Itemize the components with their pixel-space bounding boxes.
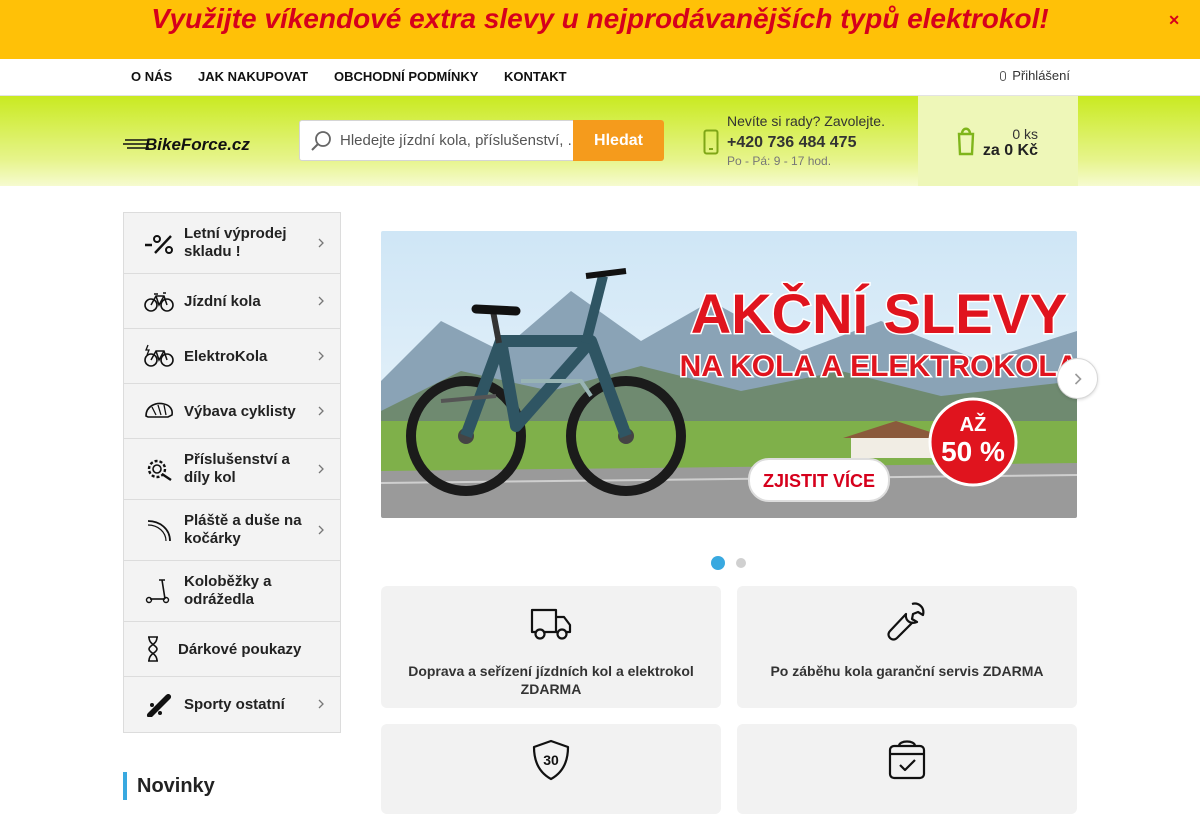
cart-count: 0 ks xyxy=(1012,126,1038,142)
help-phone[interactable]: +420 736 484 475 xyxy=(727,134,856,152)
cart-button[interactable]: 0 ks za 0 Kč xyxy=(918,96,1078,186)
feature-service: Po záběhu kola garanční servis ZDARMA xyxy=(737,586,1077,708)
badge-value: 50 % xyxy=(941,436,1005,467)
ebike-icon xyxy=(144,344,174,367)
novinky-heading: Novinky xyxy=(123,772,215,800)
search-input[interactable] xyxy=(340,121,575,160)
helmet-icon xyxy=(145,402,173,418)
sidebar-item-gift-vouchers[interactable]: Dárkové poukazy xyxy=(124,622,340,677)
category-sidebar: Letní výprodej skladu ! Jízdní kola Elek… xyxy=(123,212,341,733)
chevron-right-icon xyxy=(318,351,324,361)
hourglass-icon xyxy=(148,636,158,662)
sidebar-item-label: Jízdní kola xyxy=(184,293,261,310)
user-icon xyxy=(1000,71,1007,81)
wrench-icon xyxy=(887,602,925,641)
help-hours: Po - Pá: 9 - 17 hod. xyxy=(727,154,832,168)
chevron-right-icon xyxy=(318,699,324,709)
cart-price: za 0 Kč xyxy=(982,142,1038,159)
sidebar-item-tires[interactable]: Pláště a duše na kočárky xyxy=(124,500,340,561)
top-navigation: O nás Jak nakupovat Obchodní podmínky Ko… xyxy=(0,59,1200,96)
chevron-right-icon xyxy=(318,464,324,474)
chevron-right-icon xyxy=(1074,373,1082,385)
banner-title: AKČNÍ SLEVY xyxy=(691,282,1068,345)
percent-icon xyxy=(145,235,173,254)
chevron-right-icon xyxy=(318,525,324,535)
sidebar-item-label: Příslušenství a díly kol xyxy=(184,451,290,486)
chevron-right-icon xyxy=(318,406,324,416)
sidebar-item-label: ElektroKola xyxy=(184,348,268,365)
feature-text: Po záběhu kola garanční servis ZDARMA xyxy=(770,663,1044,679)
gear-icon xyxy=(147,459,172,481)
sidebar-item-bikes[interactable]: Jízdní kola xyxy=(124,274,340,329)
banner-image: AKČNÍ SLEVY NA KOLA A ELEKTROKOLA AŽ 50 … xyxy=(381,231,1077,518)
cart-icon xyxy=(957,127,975,156)
feature-delivery: Doprava a seřízení jízdních kol a elektr… xyxy=(381,586,721,708)
logo-text: BikeForce.cz xyxy=(145,135,250,154)
promo-banner[interactable]: AKČNÍ SLEVY NA KOLA A ELEKTROKOLA AŽ 50 … xyxy=(381,231,1077,518)
feature-calendar xyxy=(737,724,1077,814)
sidebar-item-other-sports[interactable]: Sporty ostatní xyxy=(124,677,340,732)
skateboard-icon xyxy=(146,693,172,717)
sidebar-item-cyclist-gear[interactable]: Výbava cyklisty xyxy=(124,384,340,439)
calendar-check-icon xyxy=(888,740,926,780)
search-button[interactable]: Hledat xyxy=(573,120,664,161)
sidebar-item-label: Pláště a duše na kočárky xyxy=(184,512,302,547)
slider-dot-2[interactable] xyxy=(736,558,746,568)
promo-text[interactable]: Využijte víkendové extra slevy u nejprod… xyxy=(0,2,1200,36)
scooter-icon xyxy=(145,579,170,604)
shield-badge: 30 xyxy=(543,752,559,768)
promo-bar: Využijte víkendové extra slevy u nejprod… xyxy=(0,0,1200,59)
sidebar-item-label: Koloběžky a odrážedla xyxy=(184,573,272,608)
search-icon xyxy=(311,131,331,151)
bicycle-icon xyxy=(144,292,174,312)
search-box: Hledat xyxy=(299,120,664,161)
nav-item-about[interactable]: O nás xyxy=(131,69,172,84)
slider-next-button[interactable] xyxy=(1057,358,1098,399)
nav-item-how-to-buy[interactable]: Jak nakupovat xyxy=(198,69,308,84)
truck-icon xyxy=(530,608,572,640)
sidebar-item-scooters[interactable]: Koloběžky a odrážedla xyxy=(124,561,340,622)
help-title: Nevíte si rady? Zavolejte. xyxy=(727,113,885,129)
login-link[interactable]: Přihlášení xyxy=(1000,68,1070,83)
sidebar-item-accessories[interactable]: Příslušenství a díly kol xyxy=(124,439,340,500)
tire-icon xyxy=(147,520,171,542)
sidebar-item-sale[interactable]: Letní výprodej skladu ! xyxy=(124,213,340,274)
phone-icon xyxy=(703,129,719,155)
login-label: Přihlášení xyxy=(1012,68,1070,83)
feature-text: Doprava a seřízení jízdních kol a elektr… xyxy=(408,663,694,697)
chevron-right-icon xyxy=(318,296,324,306)
shield-30-icon: 30 xyxy=(532,739,570,781)
sidebar-item-label: Sporty ostatní xyxy=(184,696,285,713)
chevron-right-icon xyxy=(318,238,324,248)
slider-dot-1[interactable] xyxy=(711,556,725,570)
feature-guarantee: 30 xyxy=(381,724,721,814)
badge-top: AŽ xyxy=(960,412,987,436)
nav-item-terms[interactable]: Obchodní podmínky xyxy=(334,69,478,84)
sidebar-item-ebikes[interactable]: ElektroKola xyxy=(124,329,340,384)
bikeforce-logo[interactable]: BikeForce.cz xyxy=(123,134,283,154)
site-header: BikeForce.cz Hledat Nevíte si rady? Zavo… xyxy=(0,96,1200,186)
nav-item-contact[interactable]: Kontakt xyxy=(504,69,567,84)
banner-cta[interactable]: ZJISTIT VÍCE xyxy=(763,470,875,491)
sidebar-item-label: Letní výprodej skladu ! xyxy=(184,225,287,260)
sidebar-item-label: Výbava cyklisty xyxy=(184,403,296,420)
sidebar-item-label: Dárkové poukazy xyxy=(178,641,302,658)
banner-subtitle: NA KOLA A ELEKTROKOLA xyxy=(680,350,1077,383)
close-icon[interactable]: ✕ xyxy=(1168,12,1180,29)
